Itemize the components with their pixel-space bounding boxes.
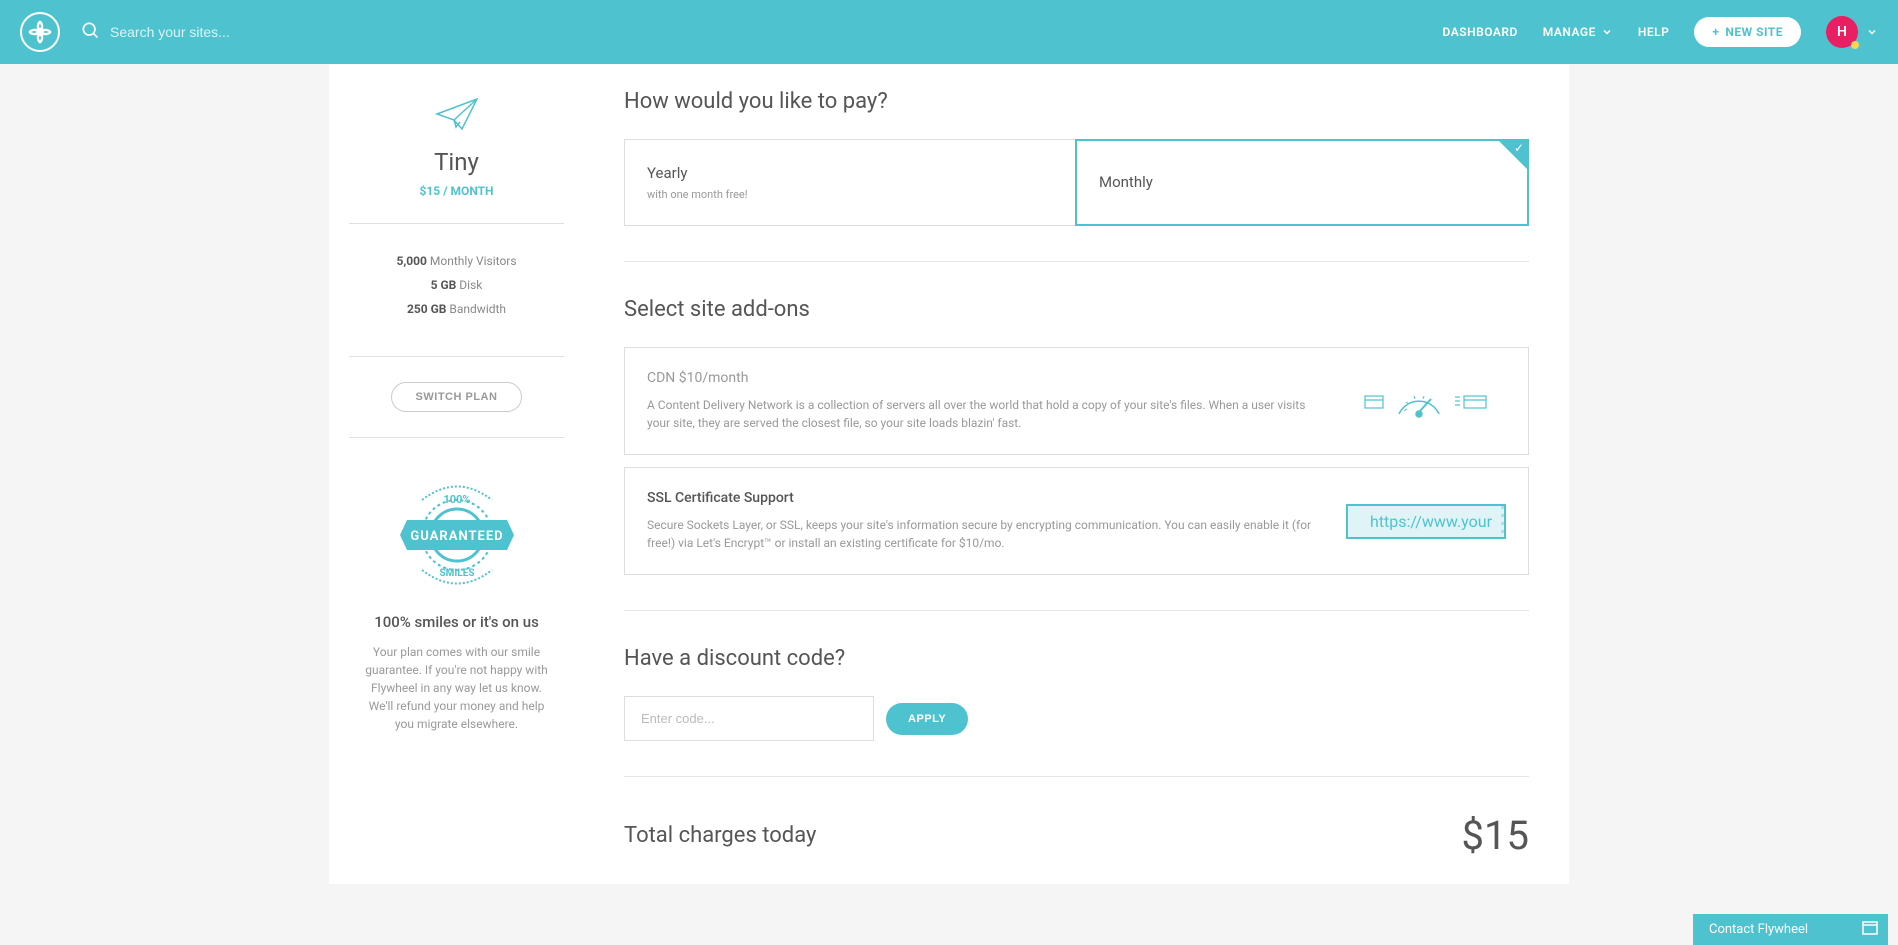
guarantee-badge-icon: 100% SMILES GUARANTEED xyxy=(349,478,564,593)
logo[interactable] xyxy=(20,12,60,52)
header-bar: DASHBOARD MANAGE HELP + NEW SITE H xyxy=(0,0,1898,64)
switch-plan-button[interactable]: SWITCH PLAN xyxy=(391,382,523,412)
apply-button[interactable]: APPLY xyxy=(886,703,968,735)
discount-section-title: Have a discount code? xyxy=(624,646,1529,671)
spec-disk-value: 5 GB xyxy=(431,278,457,292)
discount-row: APPLY xyxy=(624,696,1529,741)
spec-disk-label: Disk xyxy=(456,278,482,292)
addon-ssl[interactable]: SSL Certificate Support Secure Sockets L… xyxy=(624,467,1529,575)
plan-price: $15 / MONTH xyxy=(349,184,564,198)
user-menu[interactable]: H xyxy=(1826,16,1878,48)
nav-manage-label: MANAGE xyxy=(1543,25,1596,39)
chevron-down-icon xyxy=(1601,26,1613,38)
speedometer-icon xyxy=(1346,384,1506,419)
pay-option-monthly[interactable]: Monthly xyxy=(1075,139,1529,226)
nav-items: DASHBOARD MANAGE HELP + NEW SITE H xyxy=(1443,16,1878,48)
total-amount: $15 xyxy=(1462,812,1529,859)
addon-ssl-desc: Secure Sockets Layer, or SSL, keeps your… xyxy=(647,516,1316,552)
svg-text:SMILES: SMILES xyxy=(439,568,474,579)
pay-option-yearly[interactable]: Yearly with one month free! xyxy=(624,139,1075,226)
svg-text:100%: 100% xyxy=(443,493,470,506)
cdn-price: $10/month xyxy=(679,370,749,386)
total-label: Total charges today xyxy=(624,823,816,848)
main-container: Tiny $15 / MONTH 5,000 Monthly Visitors … xyxy=(0,64,1898,884)
main-content: How would you like to pay? Yearly with o… xyxy=(584,64,1569,884)
plus-icon: + xyxy=(1712,25,1719,39)
spec-list: 5,000 Monthly Visitors 5 GB Disk 250 GB … xyxy=(349,239,564,341)
avatar: H xyxy=(1826,16,1858,48)
svg-text:GUARANTEED: GUARANTEED xyxy=(410,529,503,544)
ssl-url-text: https://www.your xyxy=(1370,512,1492,531)
contact-flywheel-button[interactable]: Contact Flywheel xyxy=(1693,914,1888,945)
addon-ssl-title: SSL Certificate Support xyxy=(647,490,1316,506)
addon-cdn-title: CDN $10/month xyxy=(647,370,1316,386)
spec-visitors-value: 5,000 xyxy=(396,254,427,268)
pay-section-title: How would you like to pay? xyxy=(624,89,1529,114)
contact-label: Contact Flywheel xyxy=(1709,922,1808,937)
pay-yearly-title: Yearly xyxy=(647,164,1053,182)
divider xyxy=(624,261,1529,262)
guarantee-text: Your plan comes with our smile guarantee… xyxy=(349,643,564,733)
addons-section-title: Select site add-ons xyxy=(624,297,1529,322)
new-site-button[interactable]: + NEW SITE xyxy=(1694,17,1801,47)
nav-dashboard[interactable]: DASHBOARD xyxy=(1443,25,1518,39)
guarantee-title: 100% smiles or it's on us xyxy=(349,613,564,631)
discount-input[interactable] xyxy=(624,696,874,741)
chevron-down-icon xyxy=(1866,23,1878,42)
divider xyxy=(624,776,1529,777)
spec-disk: 5 GB Disk xyxy=(349,278,564,292)
ssl-url-graphic: https://www.your xyxy=(1346,504,1506,539)
search-input[interactable] xyxy=(110,24,410,40)
spec-bandwidth-label: Bandwidth xyxy=(446,302,506,316)
avatar-initial: H xyxy=(1837,24,1847,40)
total-row: Total charges today $15 xyxy=(624,812,1529,859)
cdn-title-text: CDN xyxy=(647,370,679,386)
pay-yearly-sub: with one month free! xyxy=(647,188,1053,201)
divider xyxy=(349,437,564,438)
content-wrapper: Tiny $15 / MONTH 5,000 Monthly Visitors … xyxy=(329,64,1569,884)
pay-options: Yearly with one month free! Monthly xyxy=(624,139,1529,226)
addon-ssl-info: SSL Certificate Support Secure Sockets L… xyxy=(647,490,1316,552)
nav-manage[interactable]: MANAGE xyxy=(1543,25,1613,39)
spec-visitors: 5,000 Monthly Visitors xyxy=(349,254,564,268)
spec-bandwidth-value: 250 GB xyxy=(407,302,446,316)
check-icon xyxy=(1499,141,1527,169)
divider xyxy=(624,610,1529,611)
avatar-status-dot xyxy=(1851,41,1859,49)
divider xyxy=(349,223,564,224)
addon-cdn-info: CDN $10/month A Content Delivery Network… xyxy=(647,370,1316,432)
spec-bandwidth: 250 GB Bandwidth xyxy=(349,302,564,316)
addon-cdn[interactable]: CDN $10/month A Content Delivery Network… xyxy=(624,347,1529,455)
search-container xyxy=(80,20,1443,44)
plan-sidebar: Tiny $15 / MONTH 5,000 Monthly Visitors … xyxy=(329,64,584,884)
plan-name: Tiny xyxy=(349,148,564,176)
window-icon xyxy=(1862,921,1878,939)
divider xyxy=(349,356,564,357)
spec-visitors-label: Monthly Visitors xyxy=(427,254,517,268)
addon-cdn-desc: A Content Delivery Network is a collecti… xyxy=(647,396,1316,432)
pay-monthly-title: Monthly xyxy=(1099,173,1505,191)
search-icon xyxy=(80,20,100,44)
nav-help[interactable]: HELP xyxy=(1638,25,1669,39)
new-site-label: NEW SITE xyxy=(1725,25,1783,39)
paper-plane-icon xyxy=(349,94,564,138)
